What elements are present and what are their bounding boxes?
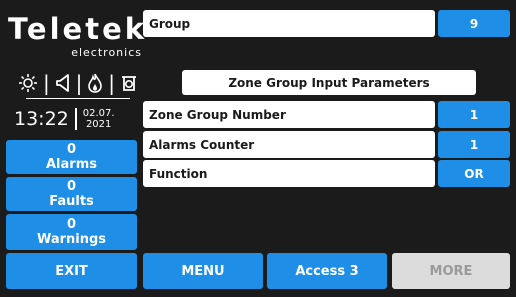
alarms-counter-label: Alarms Counter [149,137,255,152]
warnings-count: 0 [66,217,77,232]
menu-label: MENU [181,263,225,279]
function-value-button[interactable]: OR [438,160,510,187]
access-label: Access 3 [295,263,359,279]
alarms-counter-field: Alarms Counter [143,131,435,158]
section-title: Zone Group Input Parameters [182,70,476,95]
clock-separator [74,108,77,130]
group-label: Group [149,16,191,31]
group-value-button[interactable]: 9 [438,10,510,37]
status-icon-row: | | | [18,70,138,96]
alarms-count: 0 [66,142,77,157]
alarms-button[interactable]: 0 Alarms [6,140,137,174]
more-label: MORE [429,263,473,279]
warnings-button[interactable]: 0 Warnings [6,214,137,250]
function-label: Function [149,166,208,181]
clock-time: 13:22 [14,108,69,130]
zone-group-number-value-button[interactable]: 1 [438,101,510,128]
icon-separator: | [75,71,83,95]
icon-separator: | [108,71,116,95]
alarms-counter-value-button[interactable]: 1 [438,131,510,158]
faults-label: Faults [49,194,94,209]
icon-separator: | [42,71,50,95]
zone-group-number-label: Zone Group Number [149,107,286,122]
brand-subtitle: electronics [71,46,142,59]
access-button[interactable]: Access 3 [267,253,387,289]
exit-label: EXIT [55,263,88,279]
menu-button[interactable]: MENU [143,253,263,289]
clock-date-year: 2021 [85,119,112,130]
function-value: OR [464,166,484,181]
exit-button[interactable]: EXIT [6,253,137,289]
speaker-icon [55,73,71,93]
brand-logo: Teletek [8,12,148,46]
group-value: 9 [469,16,479,31]
faults-button[interactable]: 0 Faults [6,177,137,211]
function-field: Function [143,160,435,187]
group-field: Group [143,10,435,37]
sun-icon [18,73,38,93]
zone-group-number-value: 1 [469,107,479,122]
flame-icon [87,73,103,93]
clock: 13:22 02.07. 2021 [14,104,144,134]
clock-date-day: 02.07. [82,108,115,119]
clock-divider [26,98,130,99]
clock-date: 02.07. 2021 [83,108,115,130]
alarms-counter-value: 1 [469,137,479,152]
more-button: MORE [392,253,510,289]
warnings-label: Warnings [36,232,107,247]
alarms-label: Alarms [46,157,97,172]
zone-group-number-field: Zone Group Number [143,101,435,128]
faults-count: 0 [66,179,77,194]
panel-screen: Teletek electronics | | | 13:22 02.07. 2… [0,0,516,297]
bell-icon [120,73,138,93]
section-title-text: Zone Group Input Parameters [228,75,430,90]
